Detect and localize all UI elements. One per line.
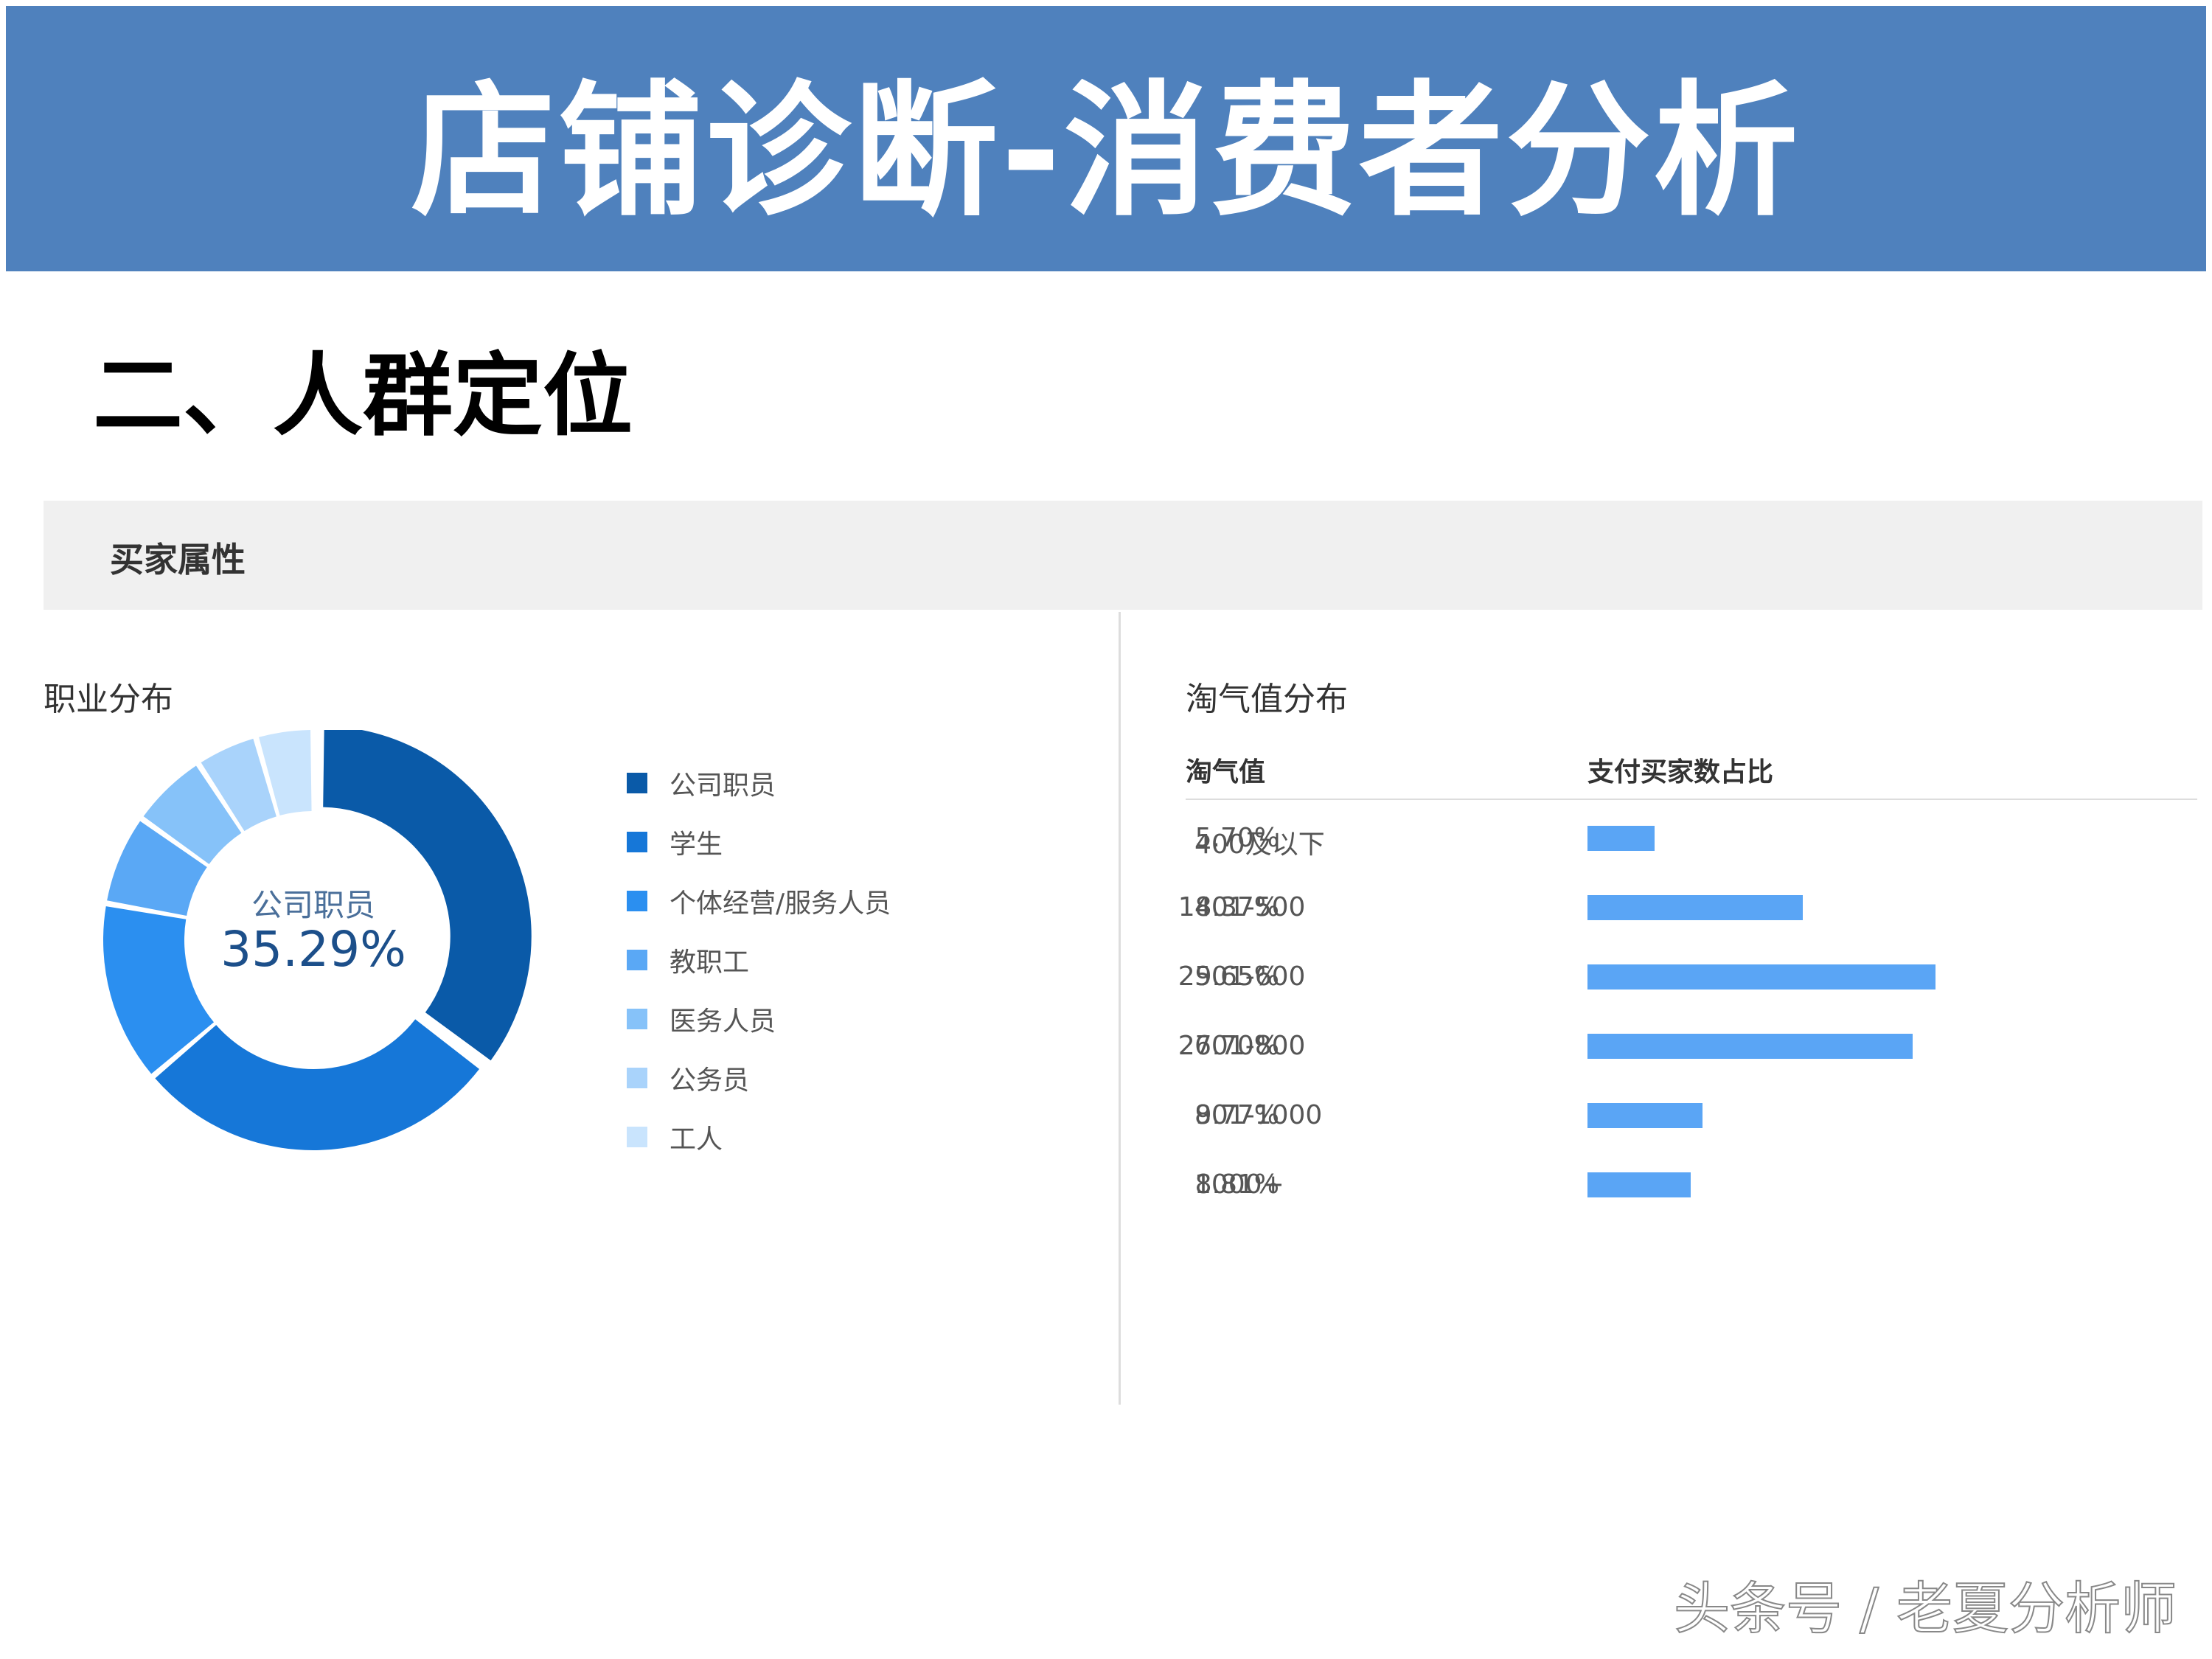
table-row: 1000+ 8.81%	[1186, 1150, 2197, 1220]
donut-slice-2[interactable]	[155, 1019, 480, 1150]
bar[interactable]	[1587, 895, 1804, 920]
section-heading: 二、人群定位	[93, 344, 633, 448]
legend-label: 工人	[669, 1124, 723, 1155]
panel-header: 买家属性	[44, 501, 2202, 610]
legend-item[interactable]: 公司职员	[627, 754, 891, 813]
taoqi-bar-chart: 400及以下 5.70% 401-500 18.37% 501-600 29.65% 601…	[1178, 804, 2197, 1283]
bar[interactable]	[1587, 826, 1655, 851]
row-percent: 5.70%	[1194, 823, 1279, 853]
row-percent: 27.70%	[1178, 1031, 1279, 1061]
row-percent: 18.37%	[1178, 892, 1279, 922]
row-percent: 9.77%	[1194, 1100, 1279, 1130]
occupation-donut-chart: 公司职员 35.29%	[103, 730, 532, 1150]
table-row: 501-600 29.65%	[1178, 942, 2197, 1012]
watermark: 头条号 / 老夏分析师	[1673, 1575, 2177, 1642]
taoqi-title: 淘气值分布	[1186, 681, 1348, 718]
legend-label: 医务人员	[669, 1006, 776, 1037]
table-row: 401-500 18.37%	[1178, 873, 2197, 942]
legend-label: 公务员	[669, 1065, 750, 1096]
bar[interactable]	[1587, 1034, 1913, 1059]
occupation-legend: 公司职员学生个体经营/服务人员 教职工医务人员公务员工人	[627, 754, 891, 1166]
column-header-taoqi: 淘气值	[1186, 757, 1266, 787]
legend-item[interactable]: 工人	[627, 1107, 891, 1166]
panel-divider	[1119, 612, 1121, 1405]
table-row: 801-1000 9.77%	[1186, 1081, 2197, 1150]
legend-item[interactable]: 公务员	[627, 1048, 891, 1107]
legend-label: 学生	[669, 830, 723, 860]
bar[interactable]	[1587, 1103, 1703, 1128]
legend-swatch	[627, 1127, 647, 1147]
occupation-title: 职业分布	[44, 681, 173, 718]
title-banner: 店铺诊断-消费者分析	[6, 6, 2206, 271]
legend-swatch	[627, 773, 647, 793]
legend-swatch	[627, 832, 647, 852]
legend-swatch	[627, 1068, 647, 1088]
column-header-ratio: 支付买家数占比	[1587, 757, 1774, 787]
donut-center-label: 公司职员	[251, 887, 375, 923]
page-title: 店铺诊断-消费者分析	[411, 67, 1801, 236]
donut-center-value: 35.29%	[220, 921, 406, 978]
legend-item[interactable]: 学生	[627, 813, 891, 872]
row-percent: 8.81%	[1194, 1169, 1279, 1200]
legend-item[interactable]: 教职工	[627, 931, 891, 990]
table-row: 601-800 27.70%	[1178, 1012, 2197, 1081]
row-percent: 29.65%	[1178, 961, 1279, 992]
panel-title: 买家属性	[110, 540, 246, 580]
legend-label: 公司职员	[669, 771, 776, 801]
legend-swatch	[627, 950, 647, 970]
bar[interactable]	[1587, 1172, 1691, 1197]
table-row: 400及以下 5.70%	[1186, 804, 2197, 873]
bar[interactable]	[1587, 964, 1935, 990]
legend-item[interactable]: 个体经营/服务人员	[627, 872, 891, 931]
table-header-rule	[1186, 799, 2197, 800]
legend-label: 教职工	[669, 947, 750, 978]
legend-swatch	[627, 891, 647, 911]
legend-swatch	[627, 1009, 647, 1029]
legend-label: 个体经营/服务人员	[669, 888, 891, 919]
legend-item[interactable]: 医务人员	[627, 990, 891, 1048]
